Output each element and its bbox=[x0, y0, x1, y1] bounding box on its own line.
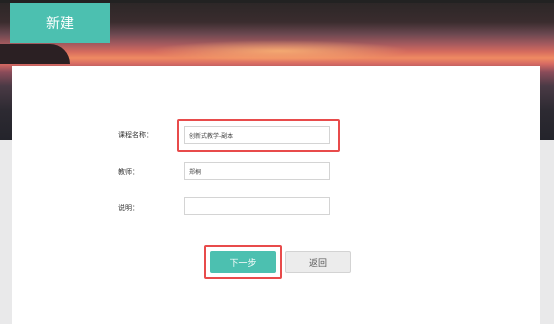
course-name-input[interactable] bbox=[184, 126, 330, 144]
sun-glow bbox=[150, 40, 410, 62]
page: 新建 课程名称： 教师： 说明： 下一步 返回 bbox=[0, 0, 554, 324]
course-name-label: 课程名称： bbox=[118, 131, 153, 139]
new-tab[interactable]: 新建 bbox=[10, 3, 110, 43]
description-input[interactable] bbox=[184, 197, 330, 215]
teacher-label: 教师： bbox=[118, 168, 139, 176]
teacher-input[interactable] bbox=[184, 162, 330, 180]
next-step-button[interactable]: 下一步 bbox=[210, 251, 276, 273]
back-button[interactable]: 返回 bbox=[285, 251, 351, 273]
description-label: 说明： bbox=[118, 204, 139, 212]
headland-silhouette bbox=[0, 44, 70, 64]
form-panel: 课程名称： 教师： 说明： 下一步 返回 bbox=[12, 66, 540, 324]
